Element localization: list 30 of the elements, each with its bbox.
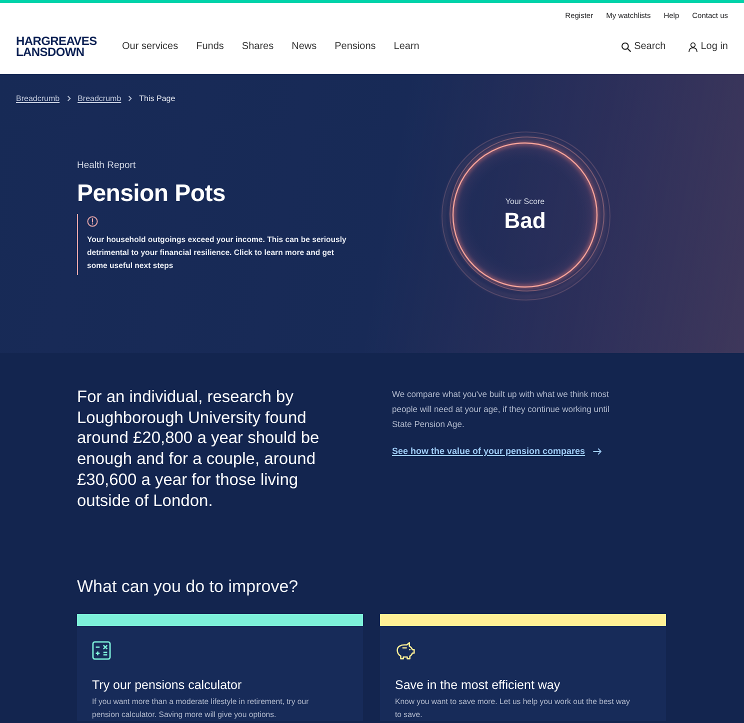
person-icon — [688, 42, 698, 52]
section-heading: What can you do to improve? — [77, 577, 300, 598]
search-button[interactable]: Search — [621, 40, 666, 54]
alert-icon — [87, 216, 98, 227]
page-title: Pension Pots — [77, 180, 226, 208]
card-title: Save in the most efficient way — [395, 678, 562, 692]
breadcrumb-link[interactable]: Breadcrumb — [78, 92, 122, 104]
nav-link[interactable]: Shares — [242, 40, 274, 54]
search-icon — [621, 42, 632, 52]
compare-link[interactable]: See how the value of your pension compares — [392, 445, 602, 457]
eyebrow-text: Health Report — [77, 160, 137, 172]
arrow-right-icon — [593, 448, 602, 454]
breadcrumb-link[interactable]: Breadcrumb — [16, 92, 60, 104]
nav-link[interactable]: Learn — [394, 40, 420, 54]
nav-link[interactable]: Pensions — [334, 40, 376, 54]
chevron-icon — [66, 94, 71, 102]
score-value: Bad — [504, 208, 546, 234]
nav-link[interactable]: Funds — [196, 40, 224, 54]
logo[interactable]: HARGREAVES LANSDOWN — [16, 36, 96, 58]
piggy-bank-icon — [395, 641, 416, 660]
score-label: Your Score — [505, 196, 545, 207]
research-statement: For an individual, research by Loughborough University found around £20,800 a year should be enough and for a couple, around £30,600 a year for those living outside of London. — [77, 387, 320, 512]
login-button[interactable]: Log in — [688, 40, 728, 54]
nav-link[interactable]: Our services — [122, 40, 178, 54]
breadcrumb-current-page: This Page — [139, 92, 176, 104]
nav-link[interactable]: News — [292, 40, 317, 54]
calculator-icon — [92, 641, 111, 660]
comparison-description: We compare what you've built up with what we think most people will need at your age, if they continue working until State Pension Age. — [392, 388, 610, 431]
chevron-icon — [128, 94, 132, 102]
card-title: Try our pensions calculator — [92, 678, 243, 692]
